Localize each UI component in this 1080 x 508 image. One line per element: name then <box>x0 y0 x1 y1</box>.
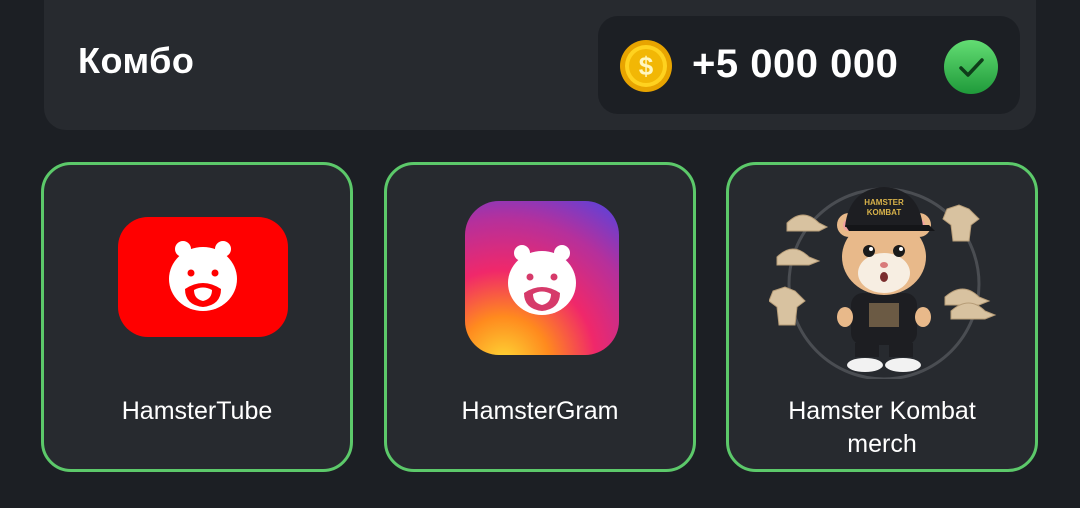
svg-text:HAMSTER: HAMSTER <box>864 198 904 207</box>
card-label-line2: merch <box>847 430 917 458</box>
check-circle-icon <box>944 40 998 94</box>
combo-card-hamstertube[interactable]: HamsterTube <box>41 162 353 472</box>
combo-title: Комбо <box>78 40 195 81</box>
combo-card-hamstergram[interactable]: HamsterGram <box>384 162 696 472</box>
svg-text:$: $ <box>639 51 654 81</box>
hamstergram-logo-icon <box>465 201 619 355</box>
combo-reward-value: +5 000 000 <box>692 42 899 86</box>
hamster-merch-image: HAMSTER KOMBAT <box>769 187 997 379</box>
card-label-line1: Hamster Kombat <box>788 397 976 425</box>
card-label: HamsterTube <box>121 397 273 425</box>
hamstertube-logo-icon <box>118 217 288 337</box>
combo-reward-box: $ +5 000 000 <box>598 16 1020 114</box>
combo-card-hamster-merch[interactable]: HAMSTER KOMBAT Hamster Kombat merch <box>726 162 1038 472</box>
card-label: HamsterGram <box>461 397 619 425</box>
svg-text:KOMBAT: KOMBAT <box>867 208 902 217</box>
dollar-coin-icon: $ <box>620 40 672 92</box>
